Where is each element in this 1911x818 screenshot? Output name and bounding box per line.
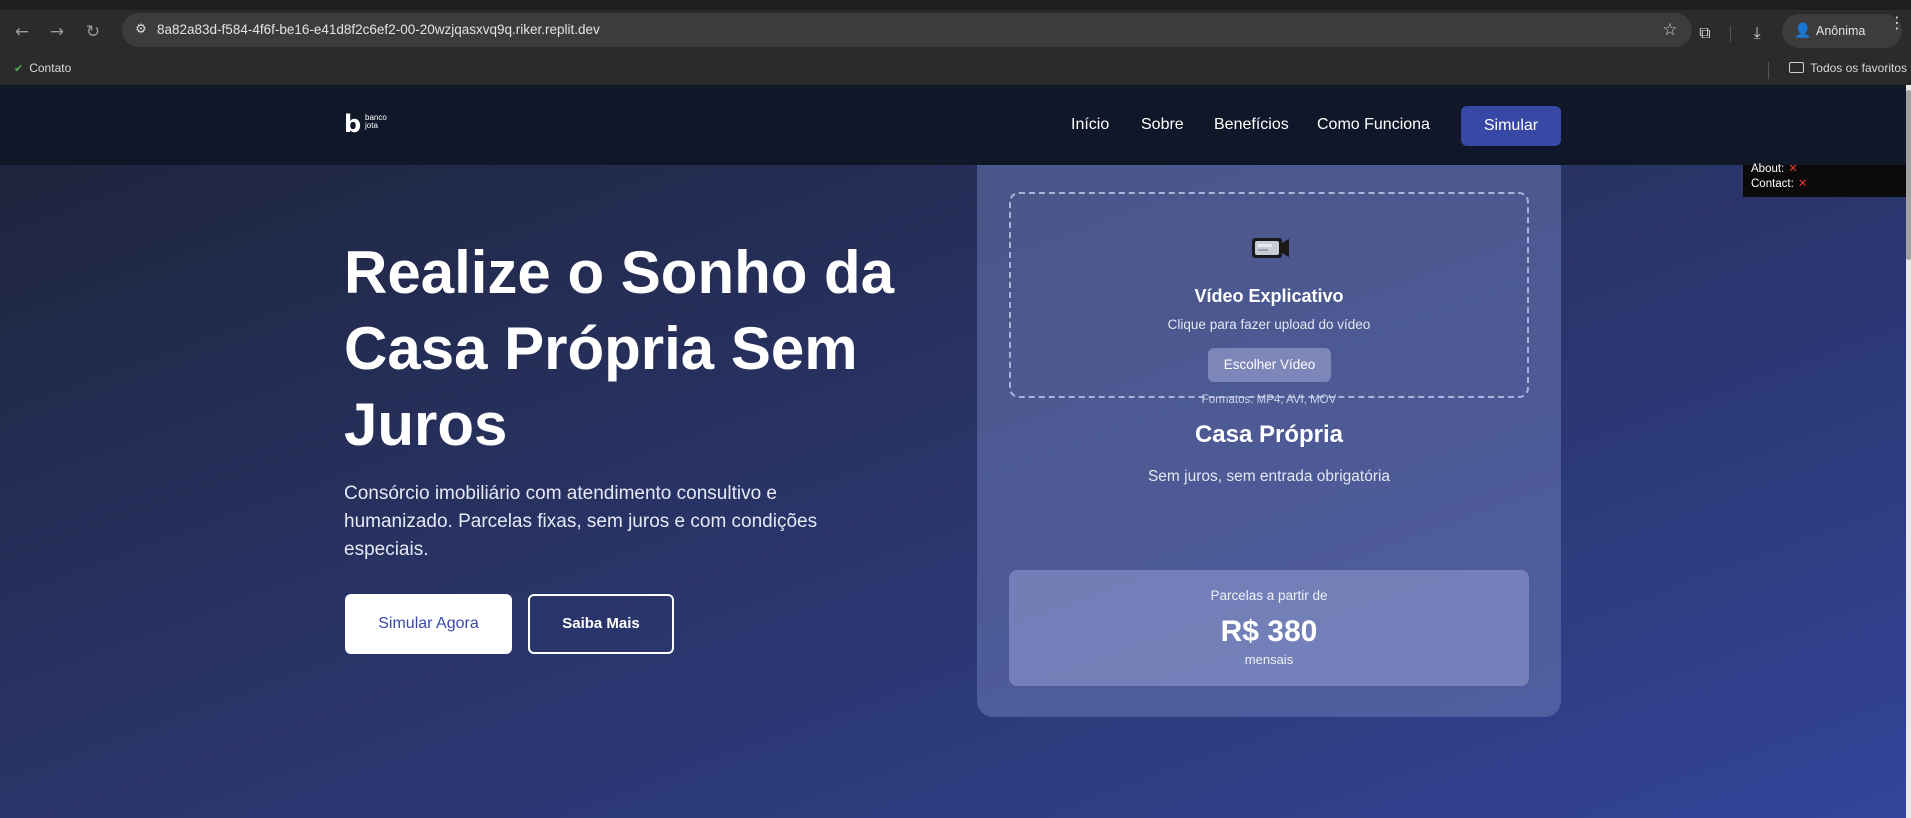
reload-icon[interactable]: ↻	[79, 18, 107, 46]
bookmark-star-icon[interactable]: ☆	[1660, 20, 1680, 40]
browser-menu-icon[interactable]: ⋮	[1884, 10, 1910, 36]
banco-jota-logo[interactable]: b banco jota	[344, 111, 396, 137]
check-icon: ✔	[14, 62, 24, 75]
card-title: Casa Própria	[1194, 421, 1344, 448]
bookmark-contato[interactable]: ✔ Contato	[14, 54, 71, 85]
back-icon[interactable]: ←	[8, 18, 36, 46]
logo-wordmark: banco jota	[365, 113, 387, 130]
toolbar-divider	[1730, 26, 1731, 42]
simular-agora-button[interactable]: Simular Agora	[345, 594, 512, 654]
error-x-icon: ✕	[1788, 161, 1798, 175]
price-label: Parcelas a partir de	[1210, 588, 1328, 603]
tab-strip	[0, 0, 1911, 10]
nav-link-como-funciona[interactable]: Como Funciona	[1317, 115, 1430, 135]
all-bookmarks-label: Todos os favoritos	[1810, 61, 1907, 75]
price-unit: mensais	[1244, 652, 1294, 667]
forward-icon[interactable]: →	[43, 18, 71, 46]
nav-link-sobre[interactable]: Sobre	[1141, 115, 1184, 135]
price-value: R$ 380	[1220, 615, 1318, 648]
nav-simular-button[interactable]: Simular	[1461, 106, 1561, 146]
site-navbar: b banco jota Início Sobre Benefícios Como…	[0, 85, 1906, 165]
address-bar[interactable]: ⚙ 8a82a83d-f584-4f6f-be16-e41d8f2c6ef2-0…	[122, 13, 1692, 47]
debug-overlay: About: ✕ Contact: ✕	[1743, 161, 1906, 197]
browser-chrome: ← → ↻ ⚙ 8a82a83d-f584-4f6f-be16-e41d8f2c…	[0, 0, 1911, 85]
bookmark-label: Contato	[29, 61, 72, 75]
all-bookmarks-folder[interactable]: Todos os favoritos	[1789, 54, 1907, 85]
hero-title: Realize o Sonho da Casa Própria Sem Juro…	[344, 239, 895, 458]
url-text[interactable]: 8a82a83d-f584-4f6f-be16-e41d8f2c6ef2-00-…	[157, 13, 600, 47]
choose-video-button[interactable]: Escolher Vídeo	[1208, 348, 1331, 382]
nav-link-inicio[interactable]: Início	[1071, 115, 1109, 135]
folder-icon	[1789, 62, 1805, 73]
bookmarks-bar: ✔ Contato Todos os favoritos	[0, 54, 1911, 85]
scrollbar-thumb[interactable]	[1906, 90, 1911, 260]
page-viewport: b banco jota Início Sobre Benefícios Como…	[0, 85, 1906, 818]
debug-about-row: About: ✕	[1751, 161, 1798, 175]
video-upload-dropzone[interactable]: Vídeo Explicativo Clique para fazer uplo…	[1009, 192, 1529, 406]
error-x-icon: ✕	[1797, 176, 1808, 190]
logo-mark: b	[344, 110, 362, 138]
card-subtitle: Sem juros, sem entrada obrigatória	[1147, 468, 1391, 485]
hero-subtitle: Consórcio imobiliário com atendimento co…	[344, 483, 818, 560]
bookmarks-divider	[1768, 62, 1769, 79]
browser-toolbar: ← → ↻ ⚙ 8a82a83d-f584-4f6f-be16-e41d8f2c…	[0, 10, 1911, 54]
nav-link-beneficios[interactable]: Benefícios	[1214, 115, 1289, 135]
incognito-label: Anônima	[1816, 24, 1866, 38]
extensions-icon[interactable]: ⧉	[1692, 20, 1718, 46]
video-camera-icon	[1252, 238, 1289, 258]
price-box: Parcelas a partir de R$ 380 mensais	[1009, 570, 1529, 686]
incognito-icon: 👤	[1794, 23, 1812, 39]
offer-card: Vídeo Explicativo Clique para fazer uplo…	[977, 165, 1561, 717]
upload-formats: Formatos: MP4, AVI, MOV	[1201, 394, 1337, 406]
debug-contact-row: Contact: ✕	[1751, 176, 1808, 190]
saiba-mais-button[interactable]: Saiba Mais	[528, 594, 674, 654]
site-info-icon[interactable]: ⚙	[131, 20, 151, 40]
upload-title: Vídeo Explicativo	[1194, 286, 1344, 306]
upload-hint: Clique para fazer upload do vídeo	[1167, 317, 1371, 332]
download-icon[interactable]: ⤓	[1744, 20, 1770, 46]
